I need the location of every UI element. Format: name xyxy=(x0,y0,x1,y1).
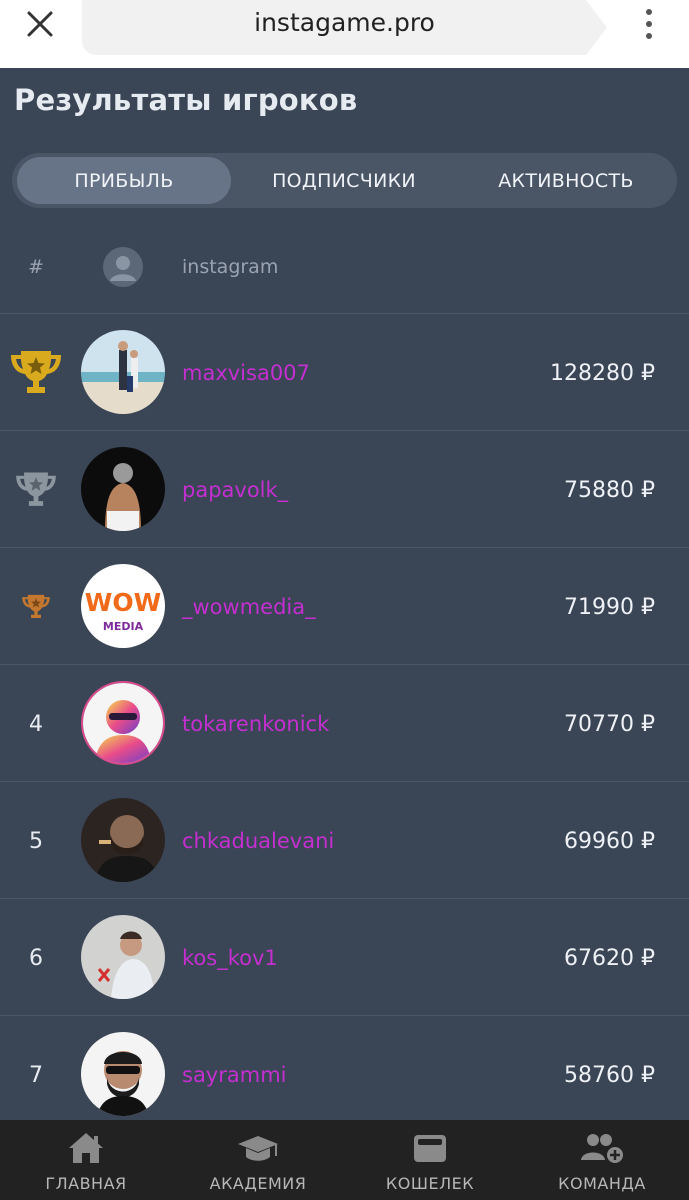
menu-dot xyxy=(646,21,652,27)
username-link[interactable]: tokarenkonick xyxy=(182,666,329,782)
profit-amount: 69960 ₽ xyxy=(564,828,655,854)
rank-cell: 4 xyxy=(29,711,43,737)
table-row[interactable]: 6 kos_kov1 67620 ₽ xyxy=(0,900,689,1016)
nav-team-label: КОМАНДА xyxy=(558,1174,646,1193)
profit-amount: 67620 ₽ xyxy=(564,945,655,971)
table-row[interactable]: 7 sayrammi 58760 ₽ xyxy=(0,1017,689,1133)
table-row[interactable]: WOW MEDIA _wowmedia_ 71990 ₽ xyxy=(0,549,689,665)
menu-dot xyxy=(646,33,652,39)
profit-amount: 128280 ₽ xyxy=(550,360,655,386)
add-team-icon xyxy=(581,1134,623,1163)
tab-subscribers[interactable]: ПОДПИСЧИКИ xyxy=(234,157,454,204)
close-button[interactable] xyxy=(18,4,62,44)
nav-home-label: ГЛАВНАЯ xyxy=(45,1174,127,1193)
browser-bar: instagame.pro xyxy=(0,0,689,68)
tab-profit[interactable]: ПРИБЫЛЬ xyxy=(17,157,231,204)
avatar[interactable] xyxy=(81,330,165,414)
profit-amount: 58760 ₽ xyxy=(564,1062,655,1088)
username-link[interactable]: papavolk_ xyxy=(182,432,288,548)
svg-text:MEDIA: MEDIA xyxy=(103,620,144,633)
username-link[interactable]: maxvisa007 xyxy=(182,315,310,431)
page-title: Результаты игроков xyxy=(14,83,358,117)
bronze-trophy-icon xyxy=(22,594,50,619)
avatar[interactable] xyxy=(81,798,165,882)
table-row[interactable]: maxvisa007 128280 ₽ xyxy=(0,315,689,431)
profit-amount: 70770 ₽ xyxy=(564,711,655,737)
user-placeholder-icon xyxy=(103,247,143,287)
username-link[interactable]: chkadualevani xyxy=(182,783,334,899)
username-link[interactable]: _wowmedia_ xyxy=(182,549,316,665)
home-icon xyxy=(69,1133,103,1163)
nav-wallet-label: КОШЕЛЕК xyxy=(385,1174,475,1193)
avatar[interactable] xyxy=(81,681,165,765)
rank-cell xyxy=(0,315,72,431)
rank-cell: 6 xyxy=(29,945,43,971)
table-row[interactable]: 4 tokarenkonick 70770 ₽ xyxy=(0,666,689,782)
profit-amount: 75880 ₽ xyxy=(564,477,655,503)
table-row[interactable]: 5 chkadualevani 69960 ₽ xyxy=(0,783,689,899)
nav-home[interactable]: ГЛАВНАЯ xyxy=(0,1120,172,1200)
rank-cell: 7 xyxy=(29,1062,43,1088)
svg-text:WOW: WOW xyxy=(85,588,161,617)
avatar[interactable]: WOW MEDIA xyxy=(81,564,165,648)
close-icon xyxy=(27,11,53,37)
url-text: instagame.pro xyxy=(254,8,435,37)
nav-team[interactable]: КОМАНДА xyxy=(516,1120,688,1200)
rank-cell xyxy=(0,432,72,548)
menu-dot xyxy=(646,9,652,15)
rank-cell: 5 xyxy=(29,828,43,854)
avatar[interactable] xyxy=(81,447,165,531)
rank-column-header: # xyxy=(28,256,44,278)
avatar[interactable] xyxy=(81,915,165,999)
rank-cell xyxy=(0,549,72,665)
bottom-navigation: ГЛАВНАЯ АКАДЕМИЯ КОШЕЛЕК КОМАНДА xyxy=(0,1120,689,1200)
silver-trophy-icon xyxy=(16,472,56,506)
graduation-cap-icon xyxy=(238,1136,278,1161)
nav-academy[interactable]: АКАДЕМИЯ xyxy=(172,1120,344,1200)
username-link[interactable]: kos_kov1 xyxy=(182,900,278,1016)
account-column-header: instagram xyxy=(182,256,279,278)
avatar[interactable] xyxy=(81,1032,165,1116)
browser-menu-button[interactable] xyxy=(632,4,666,44)
tab-activity[interactable]: АКТИВНОСТЬ xyxy=(458,157,674,204)
nav-academy-label: АКАДЕМИЯ xyxy=(209,1174,307,1193)
table-row[interactable]: papavolk_ 75880 ₽ xyxy=(0,432,689,548)
username-link[interactable]: sayrammi xyxy=(182,1017,287,1133)
nav-wallet[interactable]: КОШЕЛЕК xyxy=(344,1120,516,1200)
gold-trophy-icon xyxy=(11,351,61,393)
tab-bar: ПРИБЫЛЬ ПОДПИСЧИКИ АКТИВНОСТЬ xyxy=(12,153,677,208)
profit-amount: 71990 ₽ xyxy=(564,594,655,620)
wallet-icon xyxy=(414,1135,446,1162)
table-header: # instagram xyxy=(0,232,689,314)
